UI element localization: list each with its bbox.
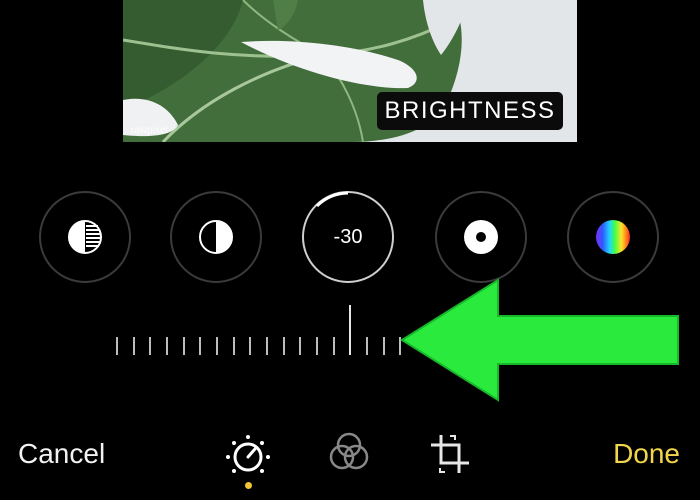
slider-tick — [283, 337, 285, 355]
watermark-text: rawpixel — [131, 125, 168, 136]
tool-exposure[interactable] — [39, 191, 131, 283]
slider-tick — [299, 337, 301, 355]
cancel-button[interactable]: Cancel — [18, 436, 105, 472]
mode-crop[interactable] — [428, 432, 472, 481]
slider-tick — [266, 337, 268, 355]
slider-tick — [216, 337, 218, 355]
mode-filters[interactable] — [325, 430, 373, 479]
slider-tick — [166, 337, 168, 355]
tool-brightness[interactable]: -30 — [302, 191, 394, 283]
slider-tick — [333, 337, 335, 355]
photo-preview[interactable]: rawpixel BRIGHTNESS — [123, 0, 577, 142]
done-button[interactable]: Done — [613, 436, 680, 472]
filters-icon — [329, 432, 369, 470]
active-mode-indicator — [245, 482, 252, 489]
slider-tick — [183, 337, 185, 355]
adjustment-label: BRIGHTNESS — [377, 92, 563, 130]
mode-adjust[interactable] — [224, 432, 272, 483]
slider-tick — [249, 337, 251, 355]
black-point-icon — [464, 220, 498, 254]
slider-tick — [149, 337, 151, 355]
slider-tick — [366, 337, 368, 355]
tool-black-point[interactable] — [435, 191, 527, 283]
saturation-icon — [596, 220, 630, 254]
crop-rotate-icon — [431, 435, 469, 473]
exposure-icon — [68, 220, 102, 254]
photo-edit-screen: rawpixel BRIGHTNESS -30 Cancel Done — [0, 0, 700, 500]
slider-tick — [133, 337, 135, 355]
slider-tick — [199, 337, 201, 355]
tool-contrast[interactable] — [170, 191, 262, 283]
slider-tick — [116, 337, 118, 355]
slider-tick — [316, 337, 318, 355]
adjust-dial-icon — [226, 435, 270, 473]
slider-tick — [233, 337, 235, 355]
slider-tick — [383, 337, 385, 355]
contrast-icon — [199, 220, 233, 254]
tool-saturation[interactable] — [567, 191, 659, 283]
value-arc — [315, 191, 349, 208]
annotation-arrow-icon — [400, 278, 679, 402]
slider-indicator — [349, 305, 351, 355]
